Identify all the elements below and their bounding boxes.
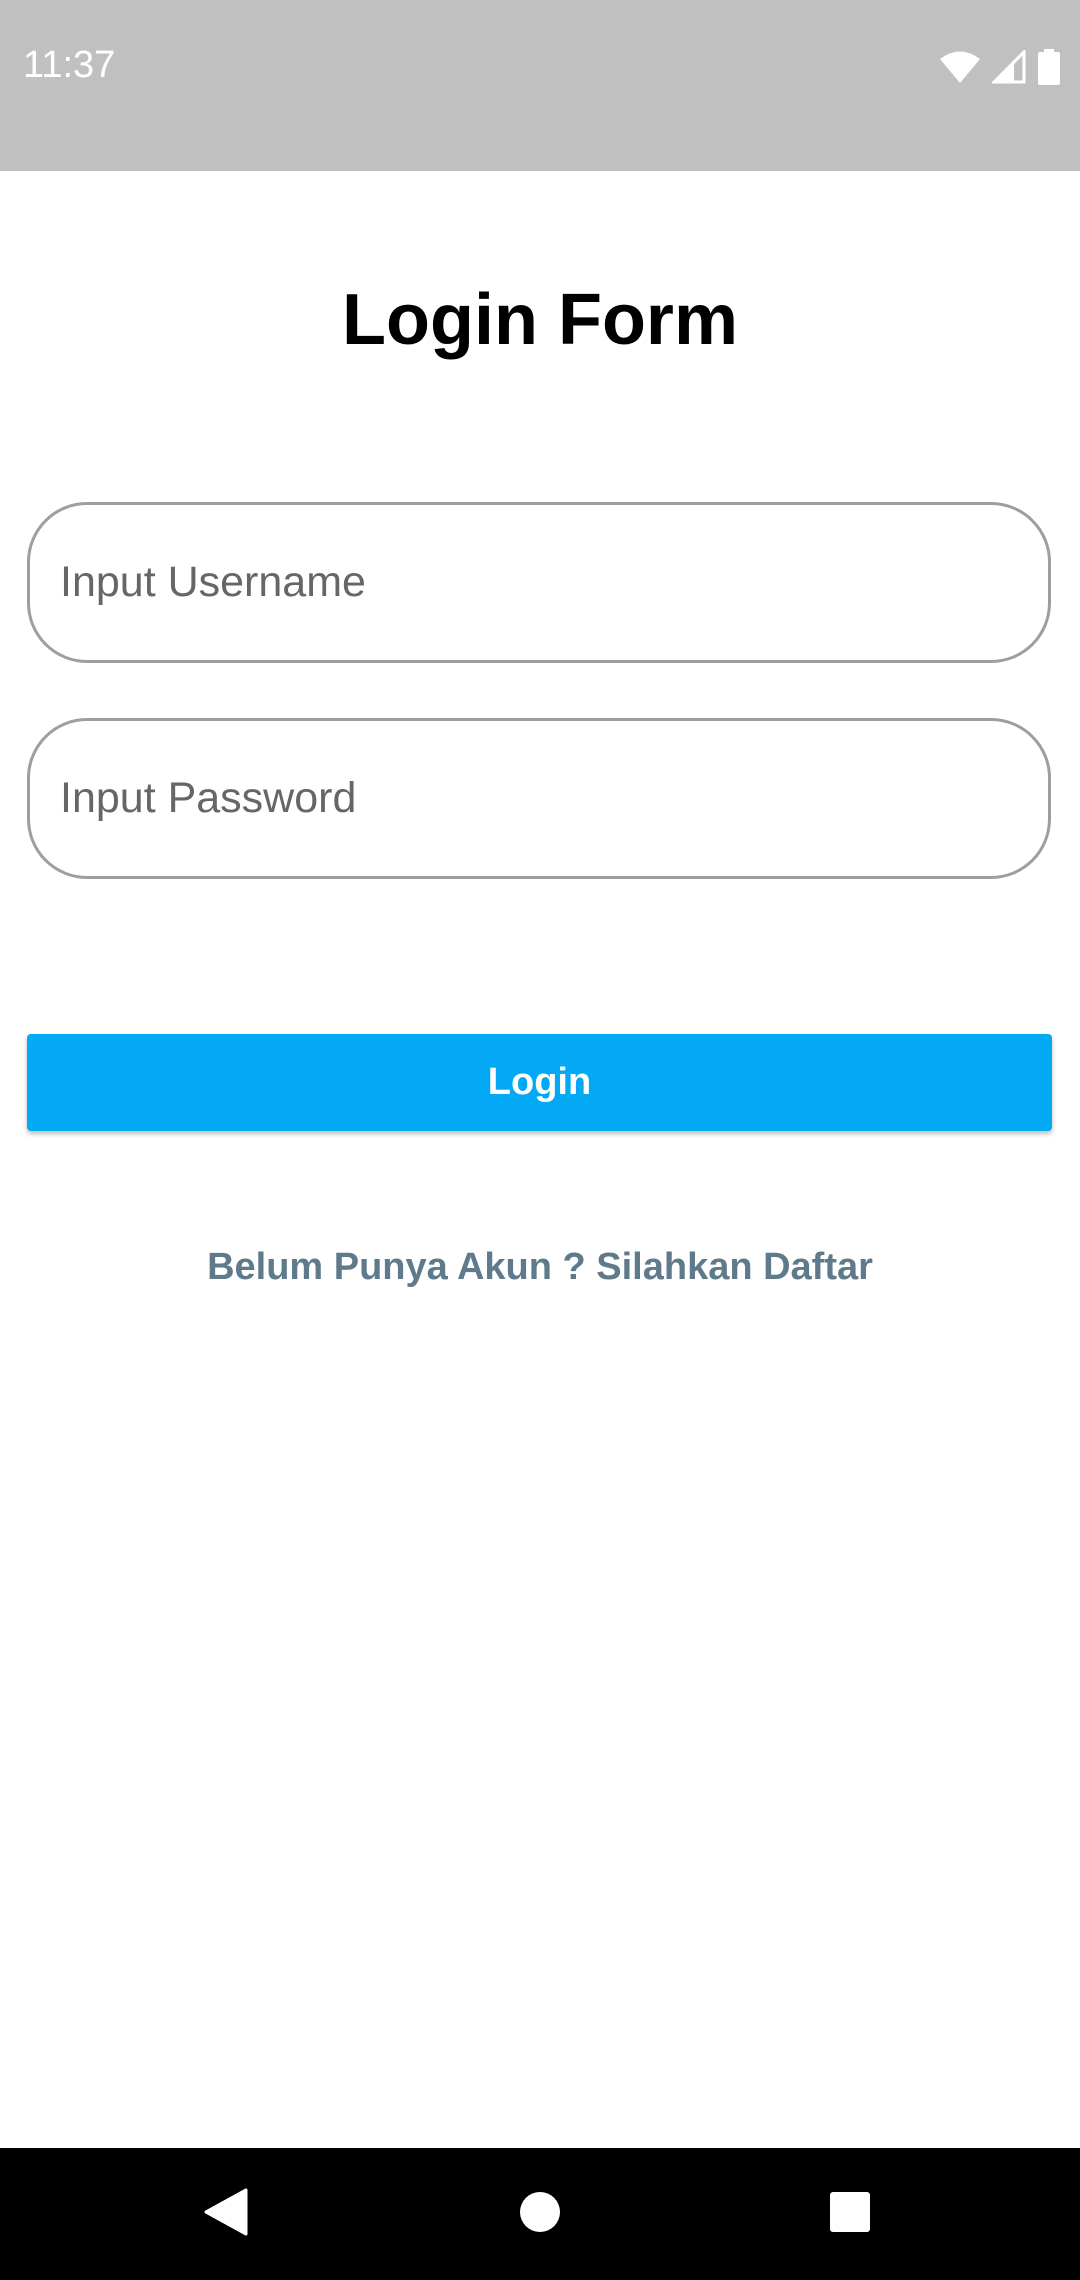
page-title: Login Form xyxy=(342,280,738,360)
home-button[interactable] xyxy=(460,2148,620,2280)
recent-apps-button[interactable] xyxy=(770,2148,930,2280)
signal-icon xyxy=(992,50,1026,84)
login-button[interactable]: Login xyxy=(27,1034,1052,1131)
recent-apps-icon xyxy=(829,2191,871,2238)
navigation-bar xyxy=(0,2148,1080,2280)
password-input[interactable] xyxy=(60,774,1018,823)
back-button[interactable] xyxy=(146,2148,306,2280)
username-input[interactable] xyxy=(60,558,1018,607)
battery-icon xyxy=(1038,49,1060,85)
status-time: 11:37 xyxy=(23,44,116,86)
register-link[interactable]: Belum Punya Akun ? Silahkan Daftar xyxy=(0,1246,1080,1289)
username-field[interactable] xyxy=(27,502,1051,663)
back-icon xyxy=(204,2188,248,2241)
status-bar: 11:37 xyxy=(0,0,1080,171)
home-icon xyxy=(519,2191,561,2238)
status-icons xyxy=(940,48,1060,86)
wifi-icon xyxy=(940,50,980,84)
password-field[interactable] xyxy=(27,718,1051,879)
login-screen: Login Form Login Belum Punya Akun ? Sila… xyxy=(0,171,1080,2148)
